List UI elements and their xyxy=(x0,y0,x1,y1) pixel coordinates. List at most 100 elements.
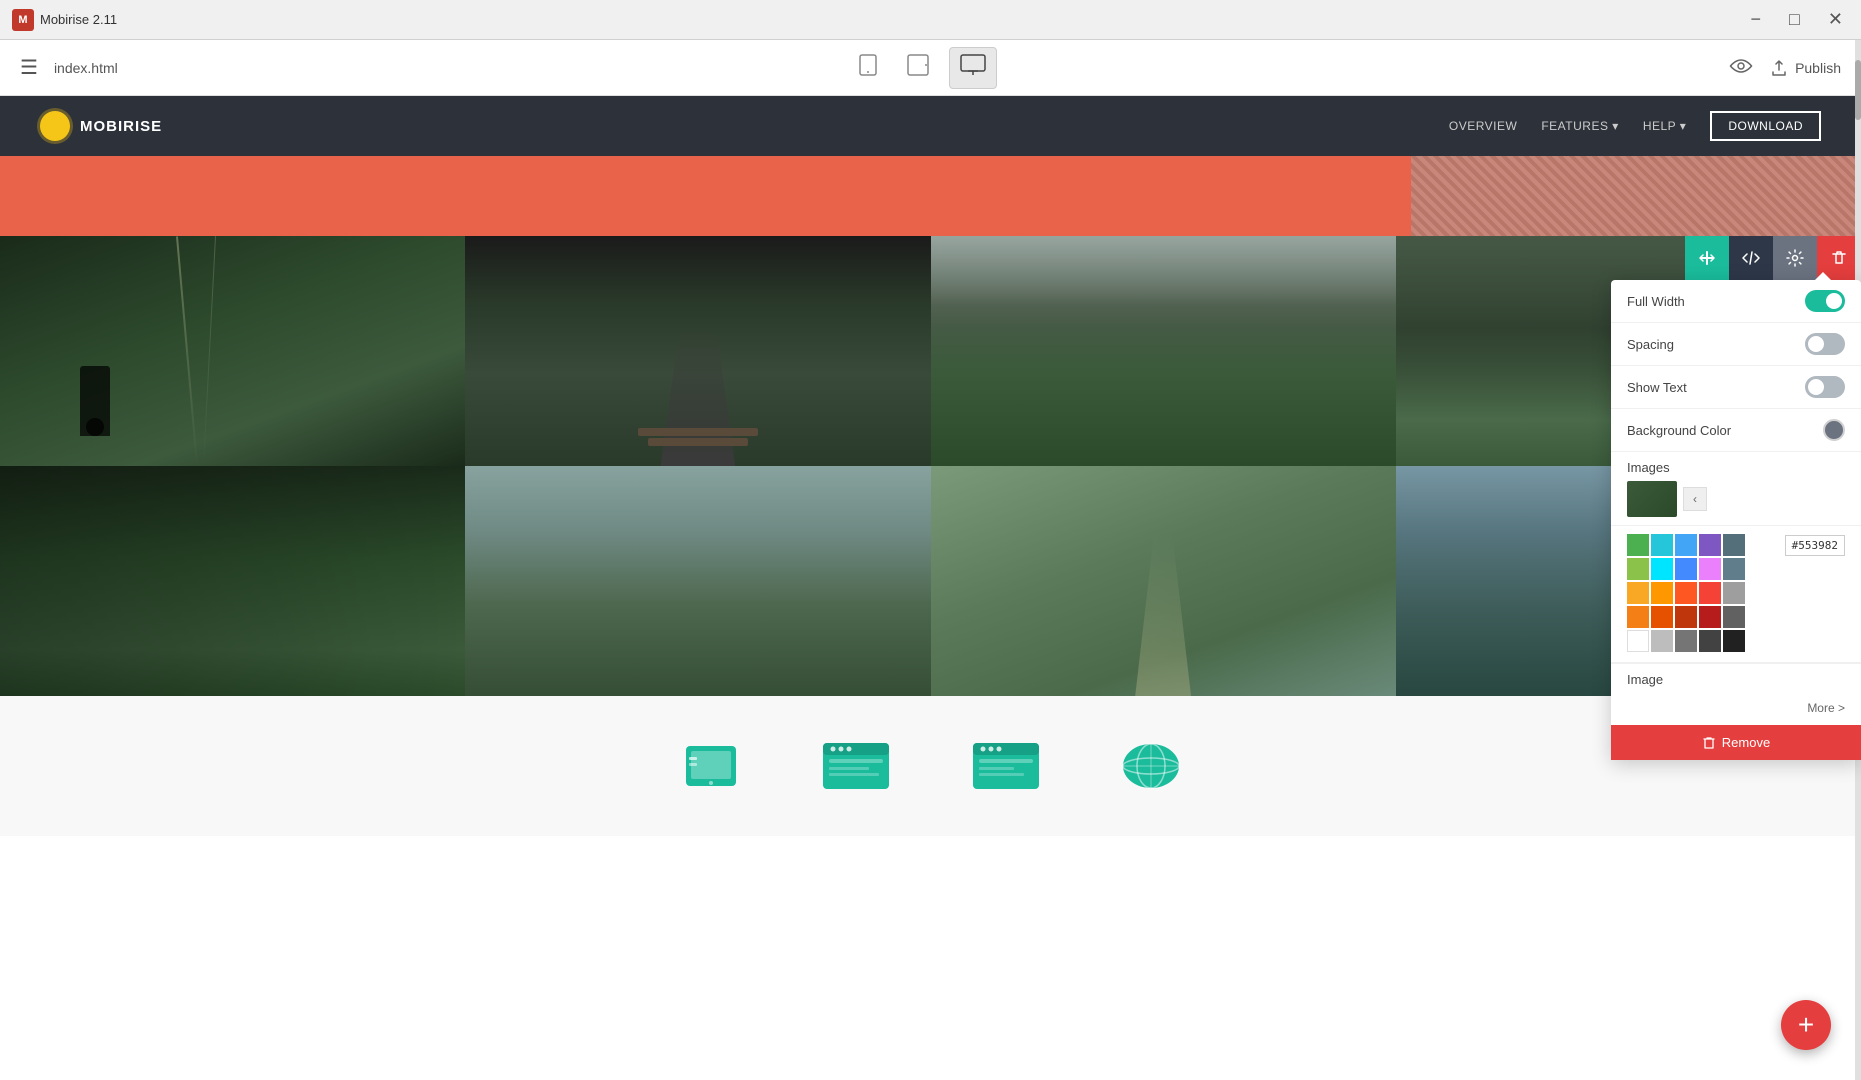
image-label: Image xyxy=(1627,672,1663,687)
swatch-midgrey[interactable] xyxy=(1675,630,1697,652)
swatch-green[interactable] xyxy=(1627,534,1649,556)
swatch-lightgrey[interactable] xyxy=(1651,630,1673,652)
settings-button[interactable] xyxy=(1773,236,1817,280)
nav-features[interactable]: FEATURES xyxy=(1541,119,1618,133)
browser-icon xyxy=(821,741,891,791)
desktop-view-button[interactable] xyxy=(949,47,997,89)
nav-overview[interactable]: OVERVIEW xyxy=(1449,119,1517,133)
title-bar-left: M Mobirise 2.11 xyxy=(12,9,117,31)
show-text-row: Show Text xyxy=(1611,366,1861,409)
app-bar-right: Publish xyxy=(1729,55,1841,81)
code-button[interactable] xyxy=(1729,236,1773,280)
sun-logo-icon xyxy=(40,111,70,141)
tablet-view-button[interactable] xyxy=(897,48,939,88)
globe-icon xyxy=(1121,741,1181,791)
scroll-thumb[interactable] xyxy=(1855,60,1861,120)
trash-icon xyxy=(1702,736,1716,750)
swatch-red[interactable] xyxy=(1699,582,1721,604)
browser-icon-2 xyxy=(971,741,1041,791)
swatch-slate[interactable] xyxy=(1723,558,1745,580)
spacing-toggle[interactable] xyxy=(1805,333,1845,355)
color-palette: #553982 xyxy=(1611,526,1861,663)
logo-letter: M xyxy=(18,14,27,26)
close-button[interactable]: ✕ xyxy=(1822,7,1849,32)
icons-section xyxy=(0,696,1861,836)
add-block-button[interactable]: + xyxy=(1781,1000,1831,1050)
title-bar: M Mobirise 2.11 − □ ✕ xyxy=(0,0,1861,40)
publish-label: Publish xyxy=(1795,60,1841,76)
preview-button[interactable] xyxy=(1729,55,1753,81)
images-section: Images ‹ xyxy=(1611,452,1861,526)
preview-nav-logo: MOBIRISE xyxy=(40,111,162,141)
feature-icon-2 xyxy=(821,741,891,791)
gallery-cell-6 xyxy=(465,466,930,696)
swatch-grey[interactable] xyxy=(1723,582,1745,604)
spacing-label: Spacing xyxy=(1627,337,1674,352)
device-switcher xyxy=(849,47,997,89)
swatch-darkgrey[interactable] xyxy=(1723,606,1745,628)
swatch-pink[interactable] xyxy=(1699,558,1721,580)
nav-links: OVERVIEW FEATURES HELP DOWNLOAD xyxy=(1449,111,1821,141)
swatch-charcoal[interactable] xyxy=(1699,630,1721,652)
hex-color-display[interactable]: #553982 xyxy=(1785,535,1845,556)
maximize-button[interactable]: □ xyxy=(1783,7,1806,32)
swatch-black[interactable] xyxy=(1723,630,1745,652)
image-label-row: Image xyxy=(1611,663,1861,695)
full-width-label: Full Width xyxy=(1627,294,1685,309)
gallery-cell-7 xyxy=(931,466,1396,696)
show-text-toggle[interactable] xyxy=(1805,376,1845,398)
swatch-burntorg[interactable] xyxy=(1651,606,1673,628)
full-width-row: Full Width xyxy=(1611,280,1861,323)
swatch-blue[interactable] xyxy=(1675,534,1697,556)
settings-panel: Full Width Spacing Show Text Background … xyxy=(1611,280,1861,760)
gallery-cell-5 xyxy=(0,466,465,696)
nav-help[interactable]: HELP xyxy=(1643,119,1687,133)
swatch-brownred[interactable] xyxy=(1675,606,1697,628)
gallery-section: Full Width Spacing Show Text Background … xyxy=(0,236,1861,696)
publish-button[interactable]: Publish xyxy=(1769,58,1841,78)
swatch-cobalt[interactable] xyxy=(1675,558,1697,580)
image-thumbnail[interactable] xyxy=(1627,481,1677,517)
background-color-label: Background Color xyxy=(1627,423,1731,438)
swatch-yellow[interactable] xyxy=(1627,606,1649,628)
more-link[interactable]: More > xyxy=(1611,695,1861,721)
feature-icon-4 xyxy=(1121,741,1181,791)
full-width-toggle[interactable] xyxy=(1805,290,1845,312)
app-bar: ☰ index.html xyxy=(0,40,1861,96)
remove-button[interactable]: Remove xyxy=(1611,725,1861,760)
spacing-row: Spacing xyxy=(1611,323,1861,366)
swatch-bluegray[interactable] xyxy=(1723,534,1745,556)
swatch-orange[interactable] xyxy=(1651,582,1673,604)
remove-label: Remove xyxy=(1722,735,1770,750)
rearrange-button[interactable] xyxy=(1685,236,1729,280)
images-prev-button[interactable]: ‹ xyxy=(1683,487,1707,511)
swatch-purple[interactable] xyxy=(1699,534,1721,556)
preview-container: MOBIRISE OVERVIEW FEATURES HELP DOWNLOAD xyxy=(0,96,1861,836)
gallery-grid xyxy=(0,236,1861,696)
filename-label: index.html xyxy=(54,60,118,76)
swatch-lime[interactable] xyxy=(1627,558,1649,580)
swatch-darkred[interactable] xyxy=(1699,606,1721,628)
banner-image xyxy=(1411,156,1861,236)
panel-caret xyxy=(1815,272,1831,280)
menu-icon[interactable]: ☰ xyxy=(20,55,38,80)
window-controls: − □ ✕ xyxy=(1745,7,1849,32)
app-title: Mobirise 2.11 xyxy=(40,12,117,27)
minimize-button[interactable]: − xyxy=(1745,7,1768,32)
feature-icon-3 xyxy=(971,741,1041,791)
show-text-label: Show Text xyxy=(1627,380,1687,395)
background-color-swatch[interactable] xyxy=(1823,419,1845,441)
brand-name: MOBIRISE xyxy=(80,118,162,135)
upload-icon xyxy=(1769,58,1789,78)
app-bar-left: ☰ index.html xyxy=(20,55,118,80)
swatch-aqua[interactable] xyxy=(1651,558,1673,580)
swatch-deeporange[interactable] xyxy=(1675,582,1697,604)
swatch-amber[interactable] xyxy=(1627,582,1649,604)
swatch-white[interactable] xyxy=(1627,630,1649,652)
swatch-cyan[interactable] xyxy=(1651,534,1673,556)
preview-navbar: MOBIRISE OVERVIEW FEATURES HELP DOWNLOAD xyxy=(0,96,1861,156)
app-logo: M Mobirise 2.11 xyxy=(12,9,117,31)
mobile-view-button[interactable] xyxy=(849,48,887,88)
nav-download-button[interactable]: DOWNLOAD xyxy=(1710,111,1821,141)
gallery-cell-2 xyxy=(465,236,930,466)
